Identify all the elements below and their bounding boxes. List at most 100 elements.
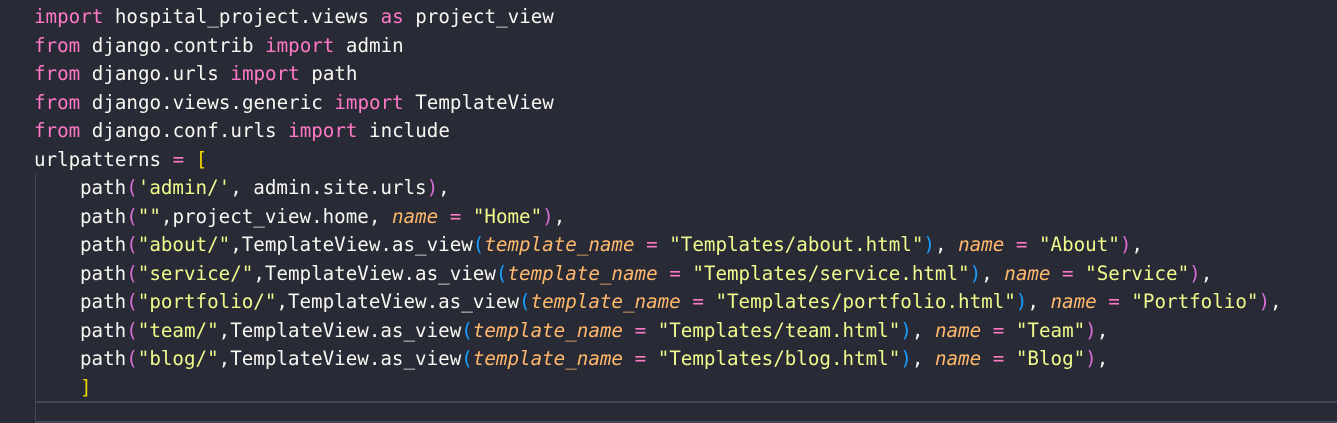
code-token: , (1270, 290, 1282, 313)
code-token: "Templates/team.html" (657, 318, 901, 342)
code-token: template_name (472, 347, 623, 370)
code-token: ) (1085, 318, 1097, 342)
code-token: ) (969, 261, 982, 285)
code-token: include (357, 119, 450, 142)
code-line[interactable]: from django.contrib import admin (34, 32, 404, 61)
code-token: , (1096, 318, 1109, 342)
code-token: ) (900, 347, 912, 370)
code-token: ) (1258, 290, 1271, 313)
code-editor[interactable]: import hospital_project.views as project… (0, 0, 1337, 423)
code-token: , (934, 233, 959, 256)
code-line[interactable]: path("",project_view.home, name = "Home"… (80, 203, 565, 232)
code-token: ( (126, 204, 138, 228)
code-line[interactable]: from django.urls import path (34, 60, 357, 89)
code-line[interactable]: path("about/",TemplateView.as_view(templ… (80, 231, 1143, 260)
code-token: ( (461, 347, 473, 370)
code-token: ,TemplateView.as_view (218, 318, 462, 342)
code-token: from (34, 33, 81, 57)
code-token: django.conf.urls (80, 119, 289, 142)
code-line[interactable]: from django.views.generic import Templat… (34, 89, 554, 118)
code-token: name (1004, 261, 1051, 285)
code-token: ) (426, 176, 439, 199)
code-line[interactable]: ] (80, 374, 92, 403)
indent-guide (35, 174, 36, 423)
code-token: "About" (1038, 233, 1120, 256)
code-token: path (80, 290, 127, 313)
code-token: path (80, 347, 127, 370)
code-token: "" (137, 204, 161, 228)
code-token: ) (1189, 261, 1201, 285)
code-token: ) (1015, 290, 1028, 313)
code-token: import (34, 5, 104, 28)
code-token: = (692, 290, 704, 313)
code-line[interactable]: path("team/",TemplateView.as_view(templa… (80, 317, 1108, 346)
code-token: name (391, 204, 439, 228)
code-token: ,TemplateView.as_view (230, 233, 473, 256)
code-token: template_name (484, 233, 635, 256)
code-token: , (981, 261, 1005, 285)
code-token: django.urls (80, 62, 231, 85)
code-token: path (80, 233, 127, 256)
code-line[interactable]: import hospital_project.views as project… (34, 3, 554, 32)
code-token: django.views.generic (80, 90, 335, 114)
code-token: ,project_view.home, (160, 204, 392, 228)
code-token: , (1200, 261, 1213, 285)
code-token: ( (126, 347, 138, 370)
code-line[interactable]: from django.conf.urls import include (34, 117, 450, 146)
code-token: ( (126, 233, 138, 256)
code-token: ( (519, 290, 531, 313)
code-token: = (172, 147, 185, 171)
code-token: name (934, 347, 982, 370)
code-token: admin (334, 33, 404, 57)
code-token: ,TemplateView.as_view (276, 290, 519, 313)
code-token: = (449, 204, 462, 228)
code-line[interactable]: path("blog/",TemplateView.as_view(templa… (80, 345, 1108, 374)
code-token: , (911, 318, 935, 342)
code-token: ( (126, 290, 138, 313)
code-token: = (1062, 261, 1074, 285)
code-token: ( (126, 261, 138, 285)
code-token: template_name (472, 318, 623, 342)
code-token: template_name (530, 290, 681, 313)
code-token: "Templates/service.html" (692, 261, 970, 285)
code-token: "about/" (137, 233, 231, 256)
code-token: ] (80, 375, 92, 399)
code-token: "Service" (1085, 261, 1190, 285)
code-token: , (438, 176, 450, 199)
code-token: "Templates/portfolio.html" (715, 290, 1016, 313)
code-line[interactable]: path('admin/', admin.site.urls), (80, 174, 450, 203)
code-token: = (992, 318, 1005, 342)
code-token: ( (495, 261, 508, 285)
code-token: = (669, 261, 681, 285)
code-token: project_view (403, 5, 554, 28)
code-line[interactable]: path("portfolio/",TemplateView.as_view(t… (80, 288, 1282, 317)
code-token: name (958, 233, 1005, 256)
code-token: path (80, 261, 127, 285)
code-token: ) (542, 204, 554, 228)
code-token: ( (126, 318, 138, 342)
code-token: = (1015, 233, 1028, 256)
code-token: django.contrib (80, 33, 266, 57)
code-token: urlpatterns (34, 147, 173, 171)
code-token: ( (461, 318, 473, 342)
code-token: "service/" (137, 261, 254, 285)
code-token: from (34, 62, 81, 85)
code-token: path (80, 318, 127, 342)
code-token: import (265, 33, 335, 57)
code-line[interactable]: urlpatterns = [ (34, 146, 207, 175)
code-line[interactable]: path("service/",TemplateView.as_view(tem… (80, 260, 1212, 289)
